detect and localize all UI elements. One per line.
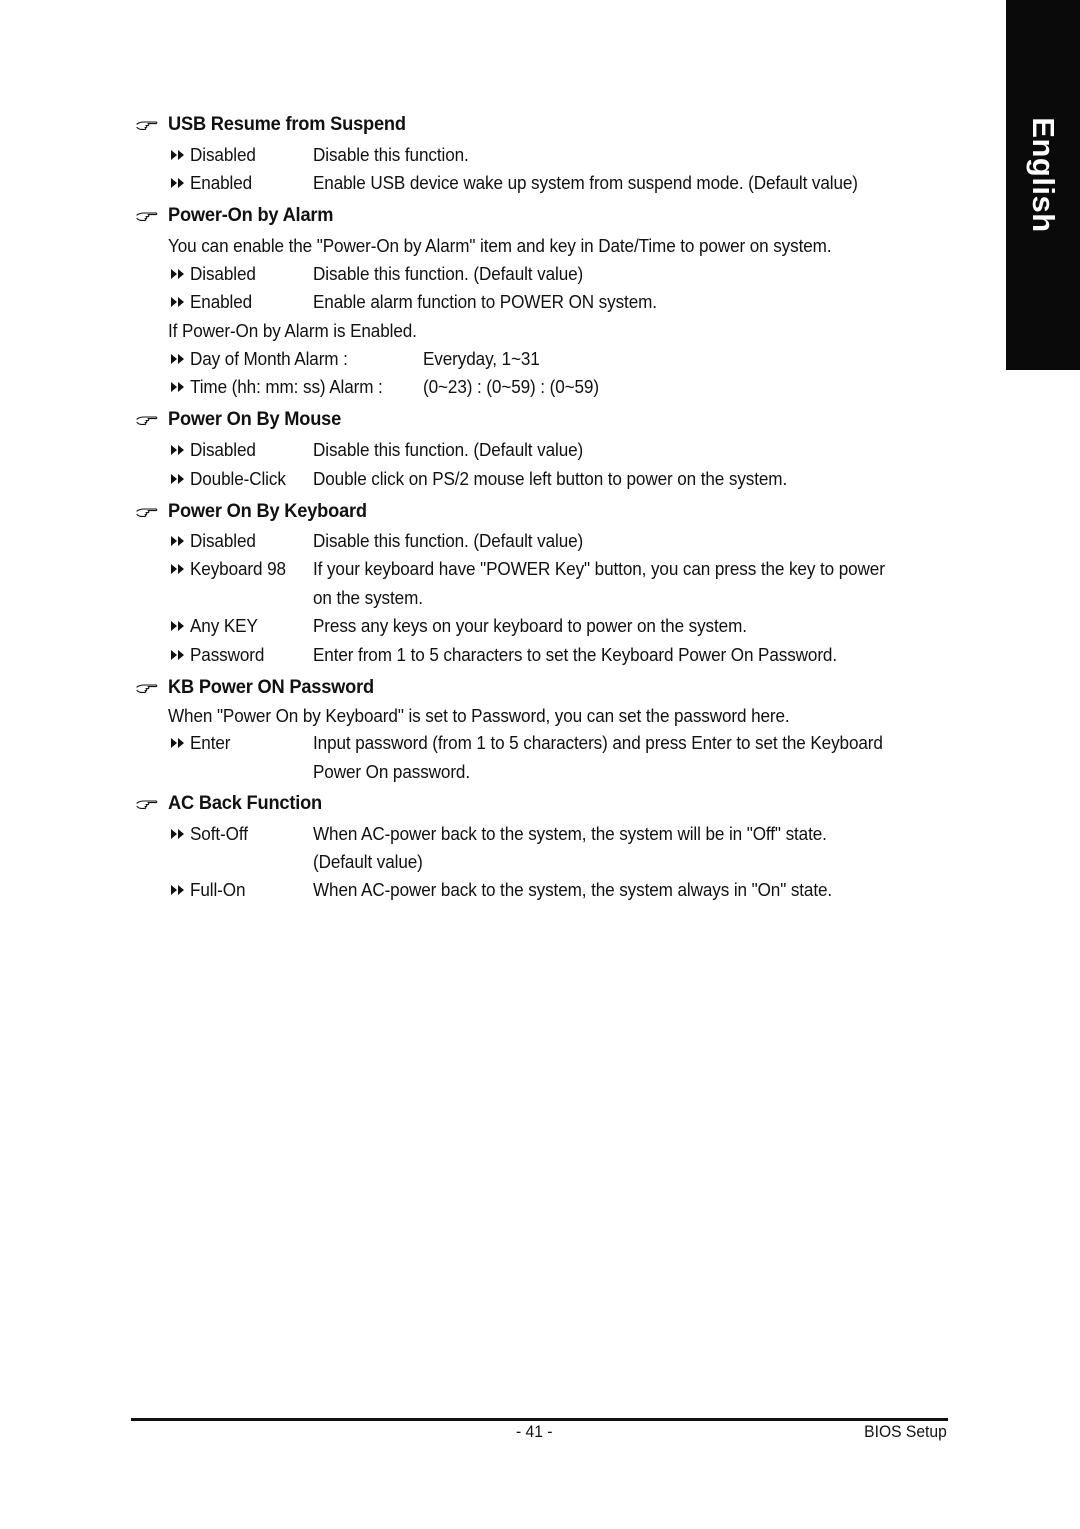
- double-arrow-icon: [170, 559, 190, 579]
- option-name: Any KEY: [190, 616, 258, 636]
- section-heading: Power On By Keyboard: [136, 500, 375, 524]
- option-description: Disable this function.: [313, 145, 469, 165]
- double-arrow-icon: [170, 173, 190, 193]
- double-arrow-icon: [170, 645, 190, 665]
- section-heading: KB Power ON Password: [136, 676, 383, 700]
- language-tab[interactable]: English: [1006, 0, 1080, 370]
- section-title: Power-On by Alarm: [168, 205, 334, 226]
- option-description: When AC-power back to the system, the sy…: [313, 880, 833, 900]
- section-title: AC Back Function: [168, 793, 323, 814]
- option-name: Password: [190, 645, 265, 665]
- option-description: If your keyboard have "POWER Key" button…: [313, 559, 885, 579]
- option-description: Disable this function. (Default value): [313, 531, 584, 551]
- double-arrow-icon: [170, 264, 190, 284]
- pointing-hand-icon: [136, 505, 158, 519]
- section-heading: AC Back Function: [136, 792, 328, 816]
- footer-divider: [131, 1418, 948, 1421]
- option-description: Enter from 1 to 5 characters to set the …: [313, 645, 837, 665]
- option-name: Disabled: [190, 440, 256, 460]
- setting-name: Day of Month Alarm :: [190, 349, 348, 369]
- pointing-hand-icon: [136, 797, 158, 811]
- option-name: Keyboard 98: [190, 559, 286, 579]
- footer-title: BIOS Setup: [864, 1422, 947, 1441]
- option-description: Input password (from 1 to 5 characters) …: [313, 733, 883, 753]
- pointing-hand-icon: [136, 413, 158, 427]
- double-arrow-icon: [170, 292, 190, 312]
- option-description-continued: on the system.: [313, 588, 423, 608]
- section-title: Power On By Mouse: [168, 409, 342, 430]
- condition-text: If Power-On by Alarm is Enabled.: [168, 321, 417, 341]
- pointing-hand-icon: [136, 681, 158, 695]
- option-name: Soft-Off: [190, 824, 248, 844]
- pointing-hand-icon: [136, 118, 158, 132]
- double-arrow-icon: [170, 880, 190, 900]
- language-tab-label: English: [1026, 117, 1061, 233]
- section-heading: USB Resume from Suspend: [136, 113, 416, 137]
- option-name: Enabled: [190, 292, 253, 312]
- double-arrow-icon: [170, 349, 190, 369]
- setting-value: (0~23) : (0~59) : (0~59): [423, 377, 599, 397]
- option-name: Disabled: [190, 264, 256, 284]
- section-intro: You can enable the "Power-On by Alarm" i…: [168, 236, 832, 256]
- double-arrow-icon: [170, 616, 190, 636]
- section-title: USB Resume from Suspend: [168, 114, 406, 135]
- option-description: Disable this function. (Default value): [313, 440, 584, 460]
- section-heading: Power-On by Alarm: [136, 204, 340, 228]
- section-title: KB Power ON Password: [168, 677, 374, 698]
- double-arrow-icon: [170, 824, 190, 844]
- setting-value: Everyday, 1~31: [423, 349, 540, 369]
- double-arrow-icon: [170, 377, 190, 397]
- double-arrow-icon: [170, 145, 190, 165]
- option-description: Press any keys on your keyboard to power…: [313, 616, 747, 636]
- option-description-continued: (Default value): [313, 852, 423, 872]
- pointing-hand-icon: [136, 209, 158, 223]
- section-title: Power On By Keyboard: [168, 501, 367, 522]
- double-arrow-icon: [170, 440, 190, 460]
- option-name: Disabled: [190, 145, 256, 165]
- double-arrow-icon: [170, 733, 190, 753]
- option-description: Enable alarm function to POWER ON system…: [313, 292, 657, 312]
- option-description: Enable USB device wake up system from su…: [313, 173, 858, 193]
- section-intro: When "Power On by Keyboard" is set to Pa…: [168, 706, 790, 726]
- section-heading: Power On By Mouse: [136, 408, 348, 432]
- double-arrow-icon: [170, 469, 190, 489]
- page-number: - 41 -: [516, 1422, 553, 1441]
- option-name: Enabled: [190, 173, 253, 193]
- option-name: Disabled: [190, 531, 256, 551]
- option-name: Double-Click: [190, 469, 286, 489]
- option-description-continued: Power On password.: [313, 762, 471, 782]
- option-description: Double click on PS/2 mouse left button t…: [313, 469, 788, 489]
- double-arrow-icon: [170, 531, 190, 551]
- option-description: Disable this function. (Default value): [313, 264, 584, 284]
- setting-name: Time (hh: mm: ss) Alarm :: [190, 377, 383, 397]
- option-description: When AC-power back to the system, the sy…: [313, 824, 827, 844]
- option-name: Enter: [190, 733, 231, 753]
- option-name: Full-On: [190, 880, 246, 900]
